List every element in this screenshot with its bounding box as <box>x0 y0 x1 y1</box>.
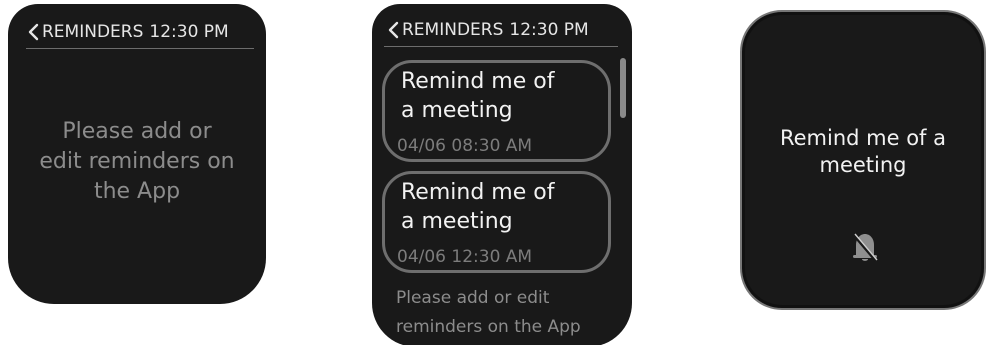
watch-screen-alert: Remind me of a meeting <box>740 10 986 310</box>
watch-screen-empty: REMINDERS 12:30 PM Please add or edit re… <box>8 4 266 304</box>
back-chevron-icon[interactable] <box>24 21 42 43</box>
clock-time: 12:30 PM <box>509 20 589 40</box>
page-title: REMINDERS <box>42 22 144 42</box>
alert-title-line: meeting <box>819 153 907 178</box>
header-divider <box>26 48 254 49</box>
bell-muted-icon[interactable] <box>850 230 880 264</box>
reminder-time: 04/06 08:30 AM <box>397 136 533 156</box>
reminder-title: Remind me of a meeting <box>401 67 591 126</box>
watch-screen-list: REMINDERS 12:30 PM Remind me of a meetin… <box>372 4 632 345</box>
empty-state-message: Please add or edit reminders on the App <box>18 117 256 207</box>
reminder-card[interactable]: Remind me of a meeting 04/06 12:30 AM <box>382 171 611 273</box>
hint-line: reminders on the App <box>396 316 581 337</box>
empty-message-line: the App <box>93 178 181 204</box>
reminder-time: 04/06 12:30 AM <box>397 247 533 267</box>
header-divider <box>384 46 618 47</box>
reminder-title-line: Remind me of <box>401 69 555 94</box>
stage: REMINDERS 12:30 PM Please add or edit re… <box>0 0 987 345</box>
empty-message-line: edit reminders on <box>39 148 235 174</box>
alert-title-line: Remind me of a <box>779 126 946 150</box>
reminder-title-line: Remind me of <box>401 180 555 205</box>
add-reminders-hint: Please add or edit reminders on the App <box>396 284 628 342</box>
header: REMINDERS 12:30 PM <box>24 16 266 48</box>
reminder-title-line: a meeting <box>401 209 513 235</box>
alert-title: Remind me of a meeting <box>742 125 984 180</box>
clock-time: 12:30 PM <box>149 22 229 42</box>
scrollbar[interactable] <box>620 58 626 118</box>
hint-line: Please add or edit <box>396 288 550 308</box>
reminder-card[interactable]: Remind me of a meeting 04/06 08:30 AM <box>382 60 611 162</box>
reminder-title: Remind me of a meeting <box>401 178 591 237</box>
reminder-title-line: a meeting <box>401 98 513 124</box>
back-chevron-icon[interactable] <box>384 19 402 41</box>
empty-message-line: Please add or <box>62 119 212 144</box>
page-title: REMINDERS <box>402 20 504 40</box>
header: REMINDERS 12:30 PM <box>384 14 632 46</box>
